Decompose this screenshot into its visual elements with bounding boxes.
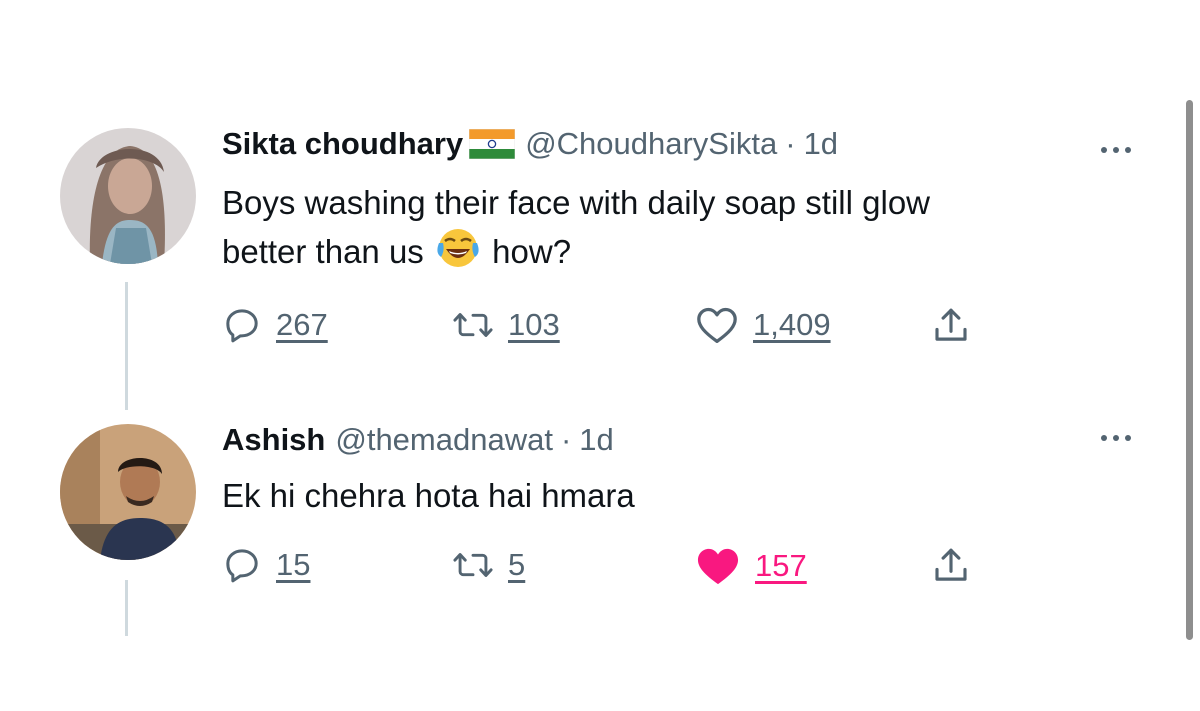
more-options-icon[interactable]: [1092, 428, 1140, 448]
more-options-icon[interactable]: [1092, 140, 1140, 160]
heart-filled-icon: [697, 548, 739, 585]
share-icon: [935, 308, 967, 341]
retweet-button[interactable]: 5: [452, 545, 525, 585]
retweet-count[interactable]: 103: [508, 307, 560, 343]
separator-dot: ·: [785, 126, 796, 161]
retweet-icon: [453, 553, 493, 577]
share-button[interactable]: [930, 305, 972, 347]
reply-button[interactable]: 267: [222, 305, 328, 345]
timestamp[interactable]: 1d: [579, 422, 613, 458]
retweet-button[interactable]: 103: [452, 305, 560, 345]
tweet-header: Ashish @themadnawat · 1d: [222, 422, 614, 458]
india-flag-icon: [469, 129, 516, 159]
user-handle[interactable]: @ChoudharySikta: [525, 126, 777, 162]
avatar-image: [60, 424, 196, 560]
reply-count[interactable]: 267: [276, 307, 328, 343]
face-with-tears-of-joy-icon: [435, 227, 481, 282]
retweet-icon: [453, 313, 493, 337]
tweet-text-line: better than us how?: [222, 227, 1122, 282]
tweet-text-segment: better than us: [222, 233, 424, 271]
reply-icon: [226, 309, 258, 343]
display-name[interactable]: Ashish: [222, 422, 325, 458]
share-icon: [935, 548, 967, 581]
like-count[interactable]: 1,409: [753, 307, 831, 343]
display-name[interactable]: Sikta choudhary: [222, 126, 463, 162]
tweet-header: Sikta choudhary @ChoudharySikta · 1d: [222, 126, 838, 162]
tweet-text-segment: how?: [492, 233, 572, 271]
thread-line: [125, 282, 128, 410]
tweet-text: Boys washing their face with daily soap …: [222, 179, 1122, 282]
tweet-text: Ek hi chehra hota hai hmara: [222, 472, 1122, 520]
user-handle[interactable]: @themadnawat: [335, 422, 553, 458]
timestamp[interactable]: 1d: [804, 126, 838, 162]
reply-count[interactable]: 15: [276, 547, 310, 583]
reply-button[interactable]: 15: [222, 545, 310, 585]
avatar[interactable]: [60, 128, 196, 264]
avatar[interactable]: [60, 424, 196, 560]
tweet-text-line: Ek hi chehra hota hai hmara: [222, 477, 635, 514]
tweet-text-line: Boys washing their face with daily soap …: [222, 184, 931, 221]
avatar-image: [60, 128, 196, 264]
like-count[interactable]: 157: [755, 548, 807, 584]
scrollbar[interactable]: [1186, 100, 1193, 640]
separator-dot: ·: [560, 422, 572, 457]
reply-icon: [226, 549, 258, 583]
retweet-count[interactable]: 5: [508, 547, 525, 583]
like-button[interactable]: 1,409: [695, 305, 831, 345]
like-button[interactable]: 157: [695, 545, 807, 587]
thread-line: [125, 580, 128, 636]
heart-icon: [697, 307, 737, 343]
share-button[interactable]: [930, 545, 972, 587]
